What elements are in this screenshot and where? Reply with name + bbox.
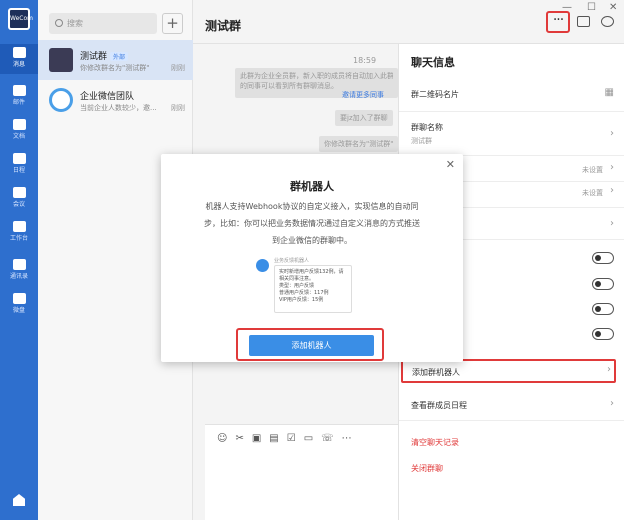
- app-logo[interactable]: WeCom: [8, 8, 33, 30]
- chevron-right-icon: ›: [610, 218, 614, 229]
- chevron-right-icon: ›: [610, 398, 614, 409]
- avatar: [49, 88, 73, 112]
- dialog-description: 机器人支持Webhook协议的自定义接入，实现信息的自动同步，比如：你可以把业务…: [204, 202, 420, 245]
- group-name-row[interactable]: 群聊名称 测试群 ›: [399, 112, 624, 156]
- chevron-right-icon: ›: [610, 128, 614, 139]
- chevron-right-icon: ›: [610, 162, 614, 173]
- video-call-icon[interactable]: [577, 16, 590, 27]
- add-member-icon[interactable]: [601, 16, 614, 27]
- add-button[interactable]: +: [162, 13, 183, 34]
- invite-link[interactable]: 邀请更多同事: [342, 90, 384, 100]
- preview-card: 实时新增用户反馈132例，请相关同事注意。 类型：用户反馈 普通用户反馈：117…: [274, 265, 352, 313]
- list-item[interactable]: 测试群 外部 你修改群名为"测试群" 刚刚: [38, 40, 193, 80]
- system-message: 要jz加入了群聊: [335, 110, 393, 126]
- mail-icon: [12, 85, 26, 96]
- robot-icon: [256, 259, 269, 272]
- page-title: 测试群: [205, 19, 242, 33]
- input-toolbar: ☺✂▣▤☑▭☏⋯: [217, 433, 360, 444]
- last-message: 当前企业人数较少，邀...: [80, 104, 157, 112]
- close-icon[interactable]: ✕: [609, 2, 617, 13]
- external-badge: 外部: [110, 52, 129, 61]
- member-schedule-row[interactable]: 查看群成员日程 ›: [399, 391, 624, 421]
- image-icon[interactable]: ▣: [252, 433, 269, 444]
- message-input-area[interactable]: ☺✂▣▤☑▭☏⋯: [205, 424, 398, 520]
- chat-icon: [12, 47, 26, 58]
- home-icon[interactable]: [13, 494, 25, 506]
- phone-icon[interactable]: ☏: [321, 433, 342, 444]
- add-bot-button[interactable]: 添加机器人: [249, 335, 374, 356]
- task-icon[interactable]: ☑: [287, 433, 304, 444]
- dialog-title: 群机器人: [290, 180, 334, 193]
- more-icon[interactable]: ⋯: [342, 433, 360, 444]
- document-icon: [12, 119, 26, 130]
- nav-item-mail[interactable]: 邮件: [0, 82, 38, 112]
- last-message: 你修改群名为"测试群": [80, 64, 150, 72]
- conversation-name: 测试群: [80, 52, 108, 62]
- maximize-icon[interactable]: ☐: [587, 2, 596, 13]
- conversation-name: 企业微信团队: [80, 92, 135, 102]
- nav-item-meeting[interactable]: 会议: [0, 184, 38, 214]
- system-message: 你修改群名为"测试群": [319, 136, 399, 152]
- nav-item-contacts[interactable]: 通讯录: [0, 256, 38, 286]
- document-icon[interactable]: ▤: [269, 433, 286, 444]
- close-group-button[interactable]: 关闭群聊: [411, 463, 443, 474]
- toggle-switch[interactable]: [592, 252, 614, 264]
- bot-message-preview: 业务反馈机器人 实时新增用户反馈132例，请相关同事注意。 类型：用户反馈 普通…: [256, 257, 371, 315]
- toggle-switch[interactable]: [592, 303, 614, 315]
- calendar-icon: [12, 153, 26, 164]
- message-time: 刚刚: [171, 64, 185, 72]
- nav-item-drive[interactable]: 微盘: [0, 290, 38, 320]
- toggle-switch[interactable]: [592, 328, 614, 340]
- group-bot-dialog: ✕ 群机器人 机器人支持Webhook协议的自定义接入，实现信息的自动同步，比如…: [161, 154, 463, 362]
- add-group-bot-row[interactable]: 添加群机器人 ›: [401, 359, 616, 383]
- close-icon[interactable]: ✕: [446, 158, 455, 171]
- emoji-icon[interactable]: ☺: [217, 433, 235, 444]
- message-time: 刚刚: [171, 104, 185, 112]
- drive-icon: [12, 293, 26, 304]
- panel-title: 聊天信息: [411, 56, 455, 69]
- group-qr-row[interactable]: 群二维码名片 ▦: [399, 76, 624, 112]
- preview-bot-name: 业务反馈机器人: [274, 258, 310, 264]
- workbench-icon: [12, 221, 26, 232]
- chevron-right-icon: ›: [610, 185, 614, 196]
- contacts-icon: [12, 259, 26, 270]
- list-item[interactable]: 企业微信团队 当前企业人数较少，邀... 刚刚: [38, 80, 193, 120]
- nav-item-messages[interactable]: 消息: [0, 44, 38, 74]
- clear-history-button[interactable]: 清空聊天记录: [411, 437, 459, 448]
- chevron-right-icon: ›: [607, 364, 611, 375]
- nav-item-docs[interactable]: 文档: [0, 116, 38, 146]
- nav-sidebar: WeCom 消息 邮件 文档 日程 会议 工作台 通讯录 微盘: [0, 0, 38, 520]
- toggle-switch[interactable]: [592, 278, 614, 290]
- chat-header: 测试群 ··· — ☐ ✕: [193, 0, 624, 44]
- message-timestamp: 18:59: [353, 56, 377, 65]
- folder-icon[interactable]: ▭: [304, 433, 321, 444]
- more-options-button[interactable]: ···: [546, 11, 570, 33]
- nav-item-workbench[interactable]: 工作台: [0, 218, 38, 248]
- search-input[interactable]: 搜索: [49, 13, 157, 34]
- meeting-icon: [12, 187, 26, 198]
- search-icon: [55, 19, 63, 27]
- qr-code-icon: ▦: [604, 87, 614, 98]
- nav-item-calendar[interactable]: 日程: [0, 150, 38, 180]
- avatar: [49, 48, 73, 72]
- minimize-icon[interactable]: —: [562, 2, 572, 13]
- screenshot-icon[interactable]: ✂: [235, 433, 251, 444]
